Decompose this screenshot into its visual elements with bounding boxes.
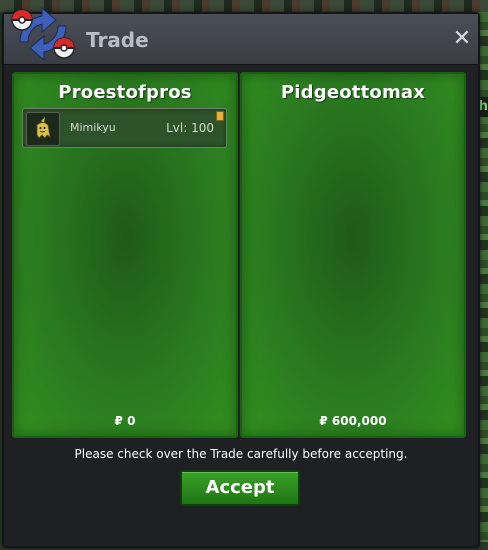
trade-item-card[interactable]: Mimikyu Lvl: 100 xyxy=(22,108,227,148)
trade-notice: Please check over the Trade carefully be… xyxy=(74,447,408,461)
partner-player-name: Pidgeottomax xyxy=(280,82,426,103)
my-player-name: Proestofpros xyxy=(58,82,192,103)
item-level: Lvl: 100 xyxy=(166,121,214,135)
accept-button[interactable]: Accept xyxy=(180,470,300,506)
window-title: Trade xyxy=(86,28,149,52)
item-name: Mimikyu xyxy=(70,121,116,134)
mimikyu-sprite-icon xyxy=(26,112,60,146)
close-icon[interactable]: ✕ xyxy=(452,28,472,50)
trade-window: Trade ✕ Proestofpros Mimikyu Lvl: 100 ₽ … xyxy=(2,6,480,548)
my-money-offer: ₽ 0 xyxy=(114,414,136,428)
partner-offer-panel: Pidgeottomax ₽ 600,000 xyxy=(240,72,466,438)
lock-icon xyxy=(216,111,224,121)
partner-money-offer: ₽ 600,000 xyxy=(319,414,387,428)
my-offer-panel[interactable]: Proestofpros Mimikyu Lvl: 100 ₽ 0 xyxy=(12,72,238,438)
trade-swap-pokeballs-icon xyxy=(11,6,75,62)
